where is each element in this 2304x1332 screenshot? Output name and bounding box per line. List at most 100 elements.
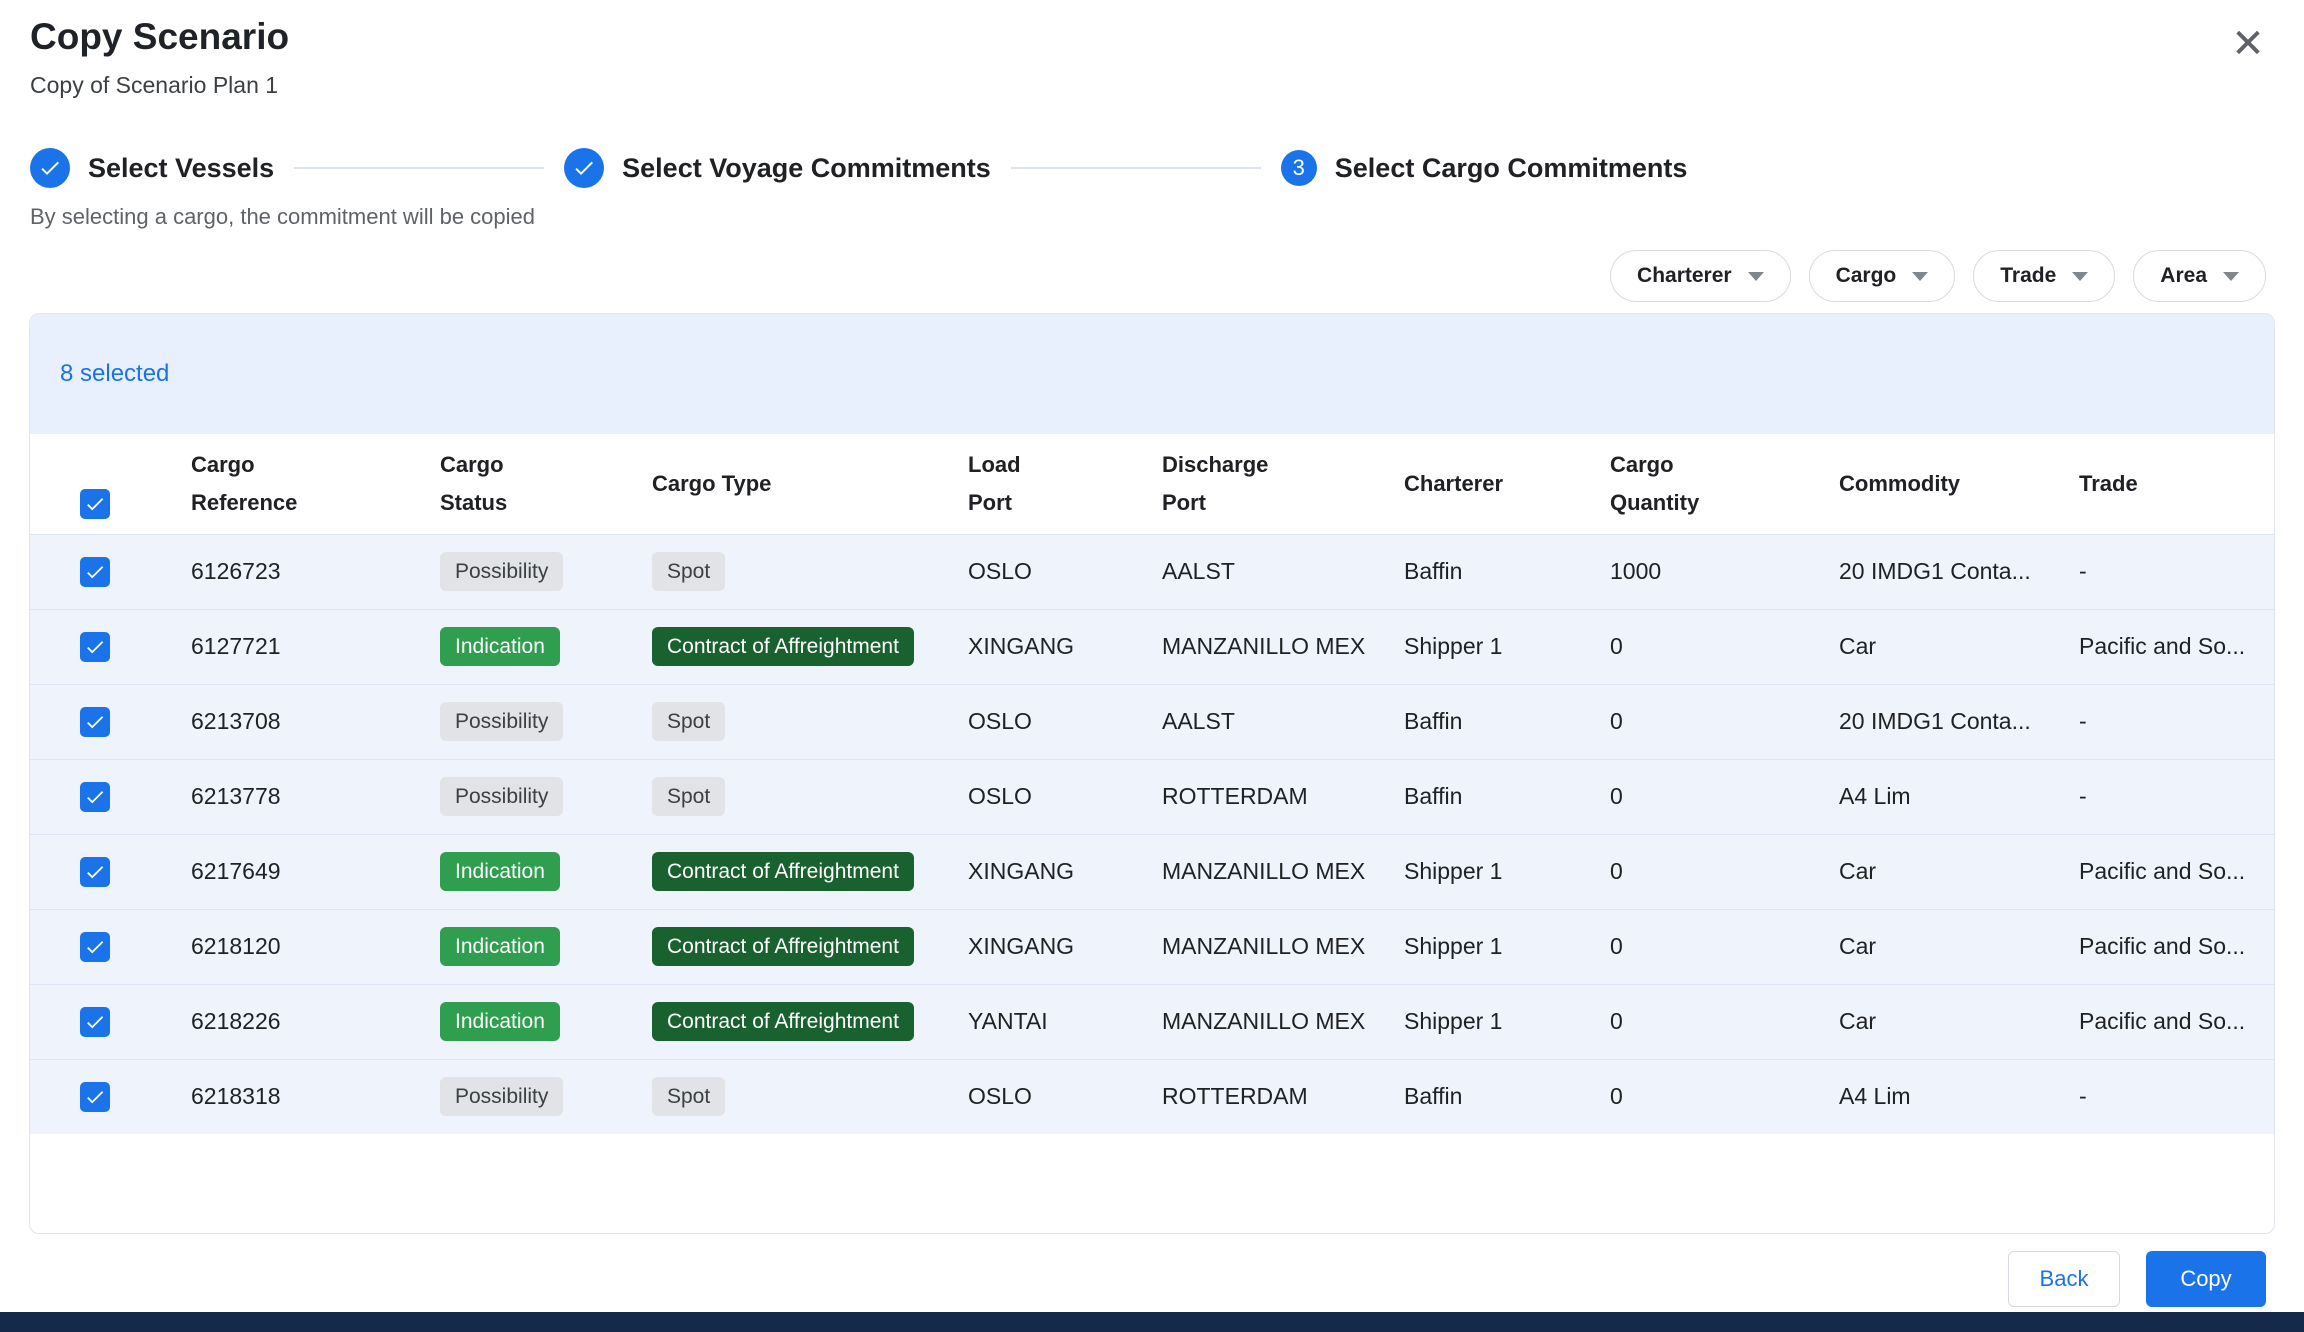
cell-commodity: A4 Lim: [1839, 1059, 2079, 1134]
filter-area-dropdown[interactable]: Area: [2133, 250, 2266, 302]
row-checkbox[interactable]: [80, 1007, 110, 1037]
table-row: 6218226IndicationContract of Affreightme…: [30, 984, 2275, 1059]
cell-load-port: YANTAI: [968, 984, 1162, 1059]
filter-label: Charterer: [1637, 264, 1732, 288]
cell-charterer: Baffin: [1404, 684, 1610, 759]
copy-scenario-dialog: Copy Scenario Copy of Scenario Plan 1 ✕ …: [0, 0, 2304, 1332]
cell-discharge-port: AALST: [1162, 684, 1404, 759]
cell-cargo-quantity: 0: [1610, 684, 1839, 759]
cargo-type-badge: Spot: [652, 1077, 725, 1116]
cell-cargo-quantity: 0: [1610, 609, 1839, 684]
cell-cargo-reference: 6213778: [191, 759, 440, 834]
cell-commodity: 20 IMDG1 Conta...: [1839, 534, 2079, 609]
step-complete-check-icon: [30, 148, 70, 188]
close-button[interactable]: ✕: [2222, 18, 2274, 70]
row-checkbox[interactable]: [80, 857, 110, 887]
cell-trade: Pacific and So...: [2079, 834, 2275, 909]
close-icon: ✕: [2231, 22, 2265, 66]
step-label: Select Cargo Commitments: [1335, 153, 1688, 184]
column-header-load-port: Load Port: [968, 434, 1162, 534]
cell-discharge-port: AALST: [1162, 534, 1404, 609]
cell-cargo-quantity: 0: [1610, 834, 1839, 909]
cell-trade: -: [2079, 534, 2275, 609]
cell-load-port: OSLO: [968, 684, 1162, 759]
selection-count-bar: 8 selected: [30, 314, 2274, 434]
filter-bar: Charterer Cargo Trade Area: [1610, 250, 2266, 302]
cargo-status-badge: Indication: [440, 1002, 560, 1041]
column-header-commodity: Commodity: [1839, 434, 2079, 534]
step-select-voyage-commitments[interactable]: Select Voyage Commitments: [564, 148, 991, 188]
cell-cargo-quantity: 0: [1610, 984, 1839, 1059]
row-checkbox[interactable]: [80, 707, 110, 737]
cargo-type-badge: Contract of Affreightment: [652, 627, 914, 666]
step-select-cargo-commitments[interactable]: 3 Select Cargo Commitments: [1281, 150, 1688, 186]
bottom-app-bar: [0, 1312, 2304, 1332]
cell-load-port: XINGANG: [968, 834, 1162, 909]
cell-trade: Pacific and So...: [2079, 909, 2275, 984]
stepper: Select Vessels Select Voyage Commitments…: [30, 148, 1687, 188]
chevron-down-icon: [2223, 272, 2239, 281]
cell-cargo-reference: 6126723: [191, 534, 440, 609]
table-header-row: Cargo Reference Cargo Status Cargo Type …: [30, 434, 2275, 534]
select-all-checkbox[interactable]: [80, 489, 110, 519]
cell-discharge-port: ROTTERDAM: [1162, 759, 1404, 834]
cargo-type-badge: Contract of Affreightment: [652, 852, 914, 891]
cell-charterer: Baffin: [1404, 759, 1610, 834]
cell-discharge-port: ROTTERDAM: [1162, 1059, 1404, 1134]
column-header-cargo-status: Cargo Status: [440, 434, 652, 534]
cargo-commitments-table-card: 8 selected Cargo Reference Cargo Status …: [29, 313, 2275, 1234]
filter-charterer-dropdown[interactable]: Charterer: [1610, 250, 1791, 302]
cell-discharge-port: MANZANILLO MEX: [1162, 609, 1404, 684]
cell-discharge-port: MANZANILLO MEX: [1162, 834, 1404, 909]
cell-charterer: Shipper 1: [1404, 909, 1610, 984]
row-checkbox[interactable]: [80, 932, 110, 962]
page-title: Copy Scenario: [30, 16, 289, 58]
column-header-cargo-type: Cargo Type: [652, 434, 968, 534]
cell-charterer: Shipper 1: [1404, 984, 1610, 1059]
cell-commodity: A4 Lim: [1839, 759, 2079, 834]
cell-trade: Pacific and So...: [2079, 984, 2275, 1059]
filter-trade-dropdown[interactable]: Trade: [1973, 250, 2115, 302]
column-header-discharge-port: Discharge Port: [1162, 434, 1404, 534]
cargo-type-badge: Spot: [652, 552, 725, 591]
selected-count-text: 8 selected: [60, 360, 169, 388]
cargo-status-badge: Possibility: [440, 552, 563, 591]
cargo-status-badge: Possibility: [440, 1077, 563, 1116]
step-select-vessels[interactable]: Select Vessels: [30, 148, 274, 188]
cell-commodity: Car: [1839, 909, 2079, 984]
cell-load-port: OSLO: [968, 534, 1162, 609]
chevron-down-icon: [1912, 272, 1928, 281]
row-checkbox[interactable]: [80, 1082, 110, 1112]
back-button[interactable]: Back: [2008, 1251, 2120, 1307]
row-checkbox[interactable]: [80, 782, 110, 812]
cargo-type-badge: Contract of Affreightment: [652, 1002, 914, 1041]
cell-commodity: Car: [1839, 834, 2079, 909]
copy-button[interactable]: Copy: [2146, 1251, 2266, 1307]
table-row: 6217649IndicationContract of Affreightme…: [30, 834, 2275, 909]
column-header-cargo-quantity: Cargo Quantity: [1610, 434, 1839, 534]
cargo-status-badge: Possibility: [440, 777, 563, 816]
selection-hint-text: By selecting a cargo, the commitment wil…: [30, 204, 535, 230]
cargo-commitments-table: Cargo Reference Cargo Status Cargo Type …: [30, 434, 2275, 1134]
cargo-status-badge: Indication: [440, 627, 560, 666]
cargo-status-badge: Indication: [440, 852, 560, 891]
cargo-status-badge: Indication: [440, 927, 560, 966]
step-label: Select Vessels: [88, 153, 274, 184]
cell-charterer: Baffin: [1404, 534, 1610, 609]
cell-charterer: Shipper 1: [1404, 609, 1610, 684]
column-header-cargo-reference: Cargo Reference: [191, 434, 440, 534]
filter-cargo-dropdown[interactable]: Cargo: [1809, 250, 1956, 302]
table-row: 6218318PossibilitySpotOSLOROTTERDAMBaffi…: [30, 1059, 2275, 1134]
filter-label: Cargo: [1836, 264, 1897, 288]
step-label: Select Voyage Commitments: [622, 153, 991, 184]
cell-commodity: 20 IMDG1 Conta...: [1839, 684, 2079, 759]
column-header-charterer: Charterer: [1404, 434, 1610, 534]
column-header-trade: Trade: [2079, 434, 2275, 534]
table-row: 6218120IndicationContract of Affreightme…: [30, 909, 2275, 984]
cell-commodity: Car: [1839, 609, 2079, 684]
chevron-down-icon: [2072, 272, 2088, 281]
row-checkbox[interactable]: [80, 557, 110, 587]
row-checkbox[interactable]: [80, 632, 110, 662]
cell-cargo-quantity: 0: [1610, 759, 1839, 834]
cargo-type-badge: Spot: [652, 777, 725, 816]
